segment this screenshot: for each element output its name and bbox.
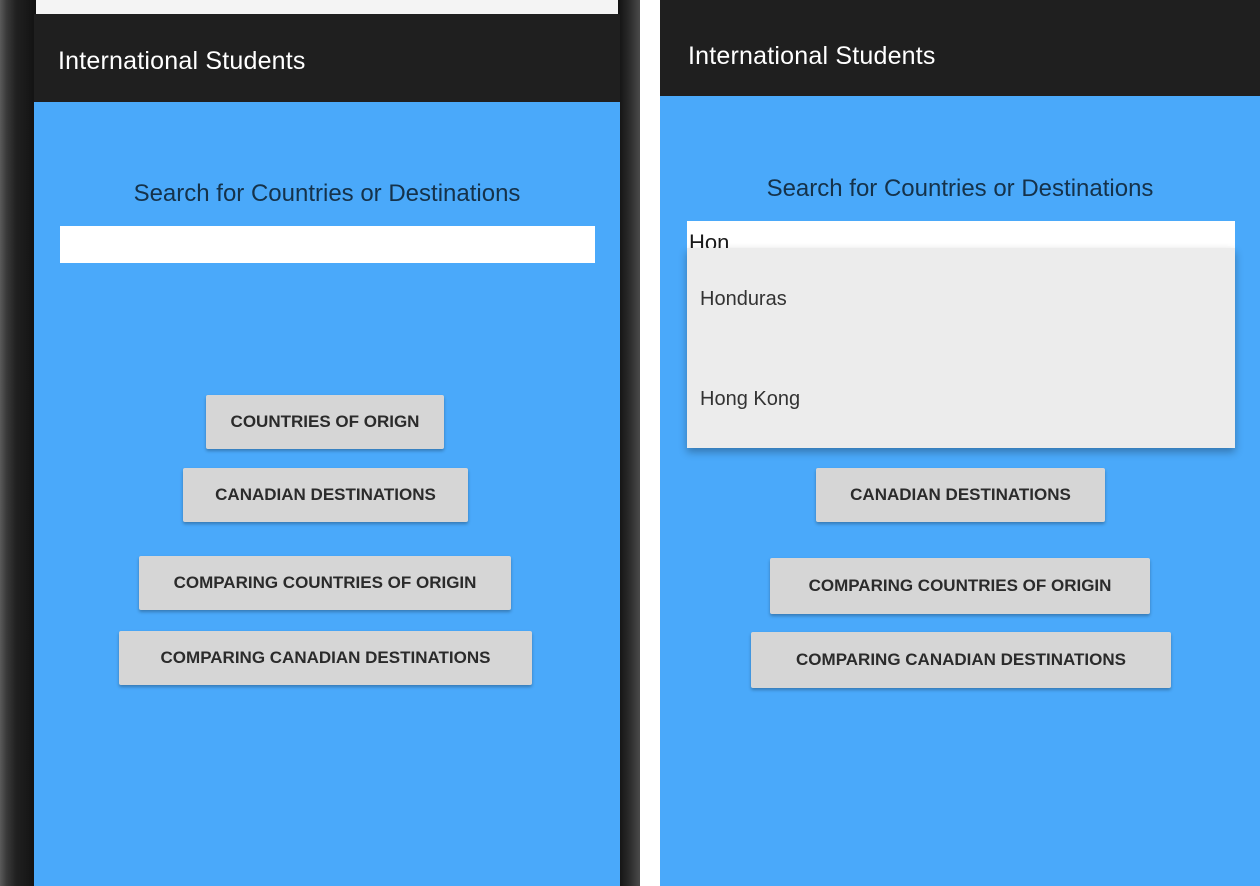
suggestion-label: Honduras — [700, 288, 787, 310]
search-label: Search for Countries or Destinations — [133, 180, 521, 207]
suggestion-item[interactable]: Hong Kong — [687, 348, 1235, 448]
autocomplete-dropdown: Honduras Hong Kong — [687, 248, 1235, 448]
app-title: International Students — [688, 42, 936, 70]
countries-of-origin-button[interactable]: COUNTRIES OF ORIGN — [206, 395, 444, 449]
right-phone-screen: International Students Search for Countr… — [660, 0, 1260, 886]
top-strip — [0, 0, 640, 14]
device-bezel-right — [618, 0, 640, 886]
suggestion-item[interactable]: Honduras — [687, 248, 1235, 348]
canadian-destinations-button[interactable]: CANADIAN DESTINATIONS — [816, 468, 1105, 522]
comparing-countries-of-origin-button[interactable]: COMPARING COUNTRIES OF ORIGIN — [770, 558, 1150, 614]
left-phone-screen: International Students Search for Countr… — [0, 0, 640, 886]
comparing-canadian-destinations-button[interactable]: COMPARING CANADIAN DESTINATIONS — [751, 632, 1171, 688]
app-bar: International Students — [660, 0, 1260, 96]
main-content: Search for Countries or Destinations COU… — [34, 102, 620, 886]
comparing-canadian-destinations-button[interactable]: COMPARING CANADIAN DESTINATIONS — [119, 631, 532, 685]
canadian-destinations-button[interactable]: CANADIAN DESTINATIONS — [183, 468, 468, 522]
suggestion-label: Hong Kong — [700, 388, 801, 410]
comparing-countries-of-origin-button[interactable]: COMPARING COUNTRIES OF ORIGIN — [139, 556, 511, 610]
search-label: Search for Countries or Destinations — [766, 175, 1154, 202]
app-title: International Students — [58, 47, 306, 75]
device-bezel-left — [0, 0, 36, 886]
search-input[interactable] — [60, 226, 595, 263]
app-bar: International Students — [34, 14, 620, 102]
